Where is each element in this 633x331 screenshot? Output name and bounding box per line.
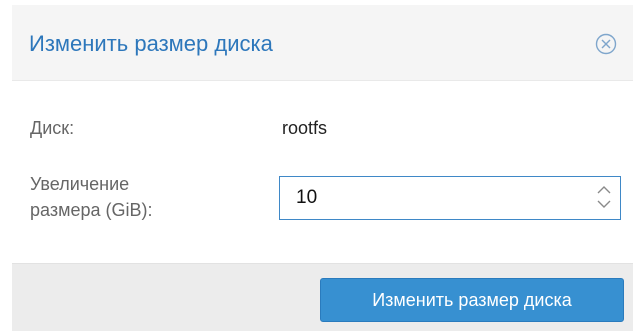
close-button[interactable]: [595, 33, 617, 55]
size-increase-label-line1: Увеличение: [30, 174, 130, 194]
disk-value: rootfs: [282, 118, 328, 138]
size-increase-input[interactable]: [280, 177, 580, 218]
dialog-header: Изменить размер диска: [12, 5, 633, 81]
close-icon: [595, 33, 617, 55]
resize-disk-dialog: Изменить размер диска Диск: rootfs Увели…: [0, 0, 633, 331]
up-down-chevron-icon: [597, 186, 611, 208]
size-spinner[interactable]: [594, 182, 614, 212]
dialog-body: Диск: rootfs Увеличение размера (GiB):: [12, 81, 633, 263]
dialog-footer: Изменить размер диска: [12, 263, 633, 331]
size-increase-label-line2: размера (GiB):: [30, 200, 153, 220]
resize-disk-button[interactable]: Изменить размер диска: [320, 278, 624, 322]
disk-label: Диск:: [30, 118, 75, 138]
dialog-title: Изменить размер диска: [29, 31, 273, 56]
size-increase-label: Увеличение размера (GiB):: [30, 171, 230, 223]
size-increase-field[interactable]: [279, 176, 621, 220]
